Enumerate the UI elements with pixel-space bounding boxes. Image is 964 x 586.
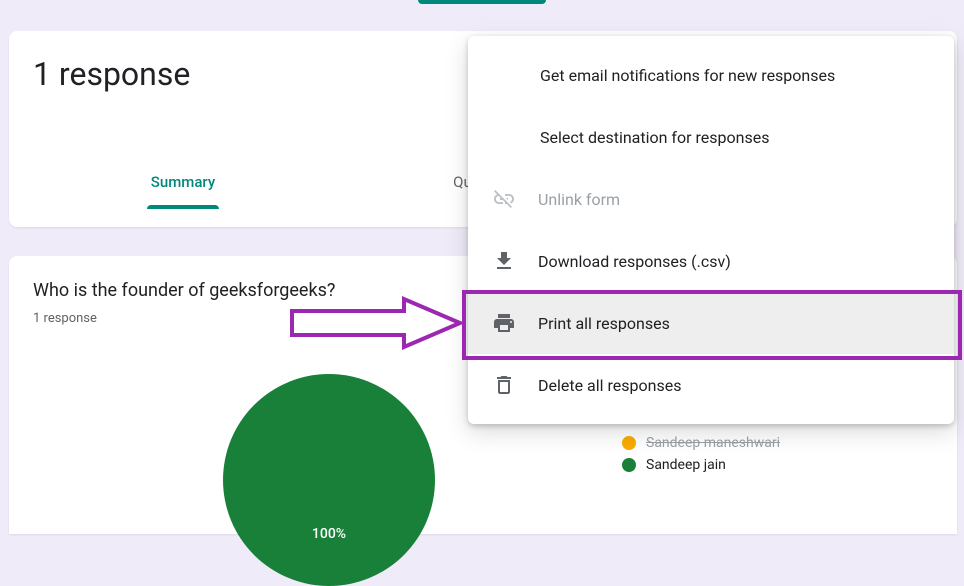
menu-select-destination[interactable]: Select destination for responses: [468, 106, 954, 168]
chart-legend: Sandeep maneshwari Sandeep jain: [622, 435, 780, 479]
menu-dest-label: Select destination for responses: [540, 128, 769, 147]
legend-dot-2: [622, 458, 636, 472]
context-menu: Get email notifications for new response…: [468, 36, 954, 424]
pie-slice-label: 100%: [312, 526, 346, 542]
accent-bar: [418, 0, 546, 4]
pie-chart: 100%: [223, 374, 435, 586]
download-icon: [492, 249, 516, 273]
tab-summary[interactable]: Summary: [33, 173, 333, 203]
menu-delete-label: Delete all responses: [538, 376, 681, 395]
menu-download-csv[interactable]: Download responses (.csv): [468, 230, 954, 292]
menu-print-label: Print all responses: [538, 314, 670, 333]
legend-dot-1: [622, 436, 636, 450]
menu-email-label: Get email notifications for new response…: [540, 66, 835, 85]
legend-label-1: Sandeep maneshwari: [646, 435, 780, 451]
print-icon: [492, 311, 516, 335]
legend-item-1: Sandeep maneshwari: [622, 435, 780, 451]
menu-email-notifications[interactable]: Get email notifications for new response…: [468, 44, 954, 106]
menu-unlink-label: Unlink form: [538, 190, 620, 209]
menu-unlink-form: Unlink form: [468, 168, 954, 230]
legend-item-2: Sandeep jain: [622, 457, 780, 473]
tab-summary-label: Summary: [151, 173, 215, 191]
menu-download-label: Download responses (.csv): [538, 252, 731, 271]
menu-delete-all[interactable]: Delete all responses: [468, 354, 954, 416]
delete-icon: [492, 373, 516, 397]
unlink-icon: [492, 187, 516, 211]
menu-print-all[interactable]: Print all responses: [468, 292, 954, 354]
legend-label-2: Sandeep jain: [646, 457, 726, 473]
